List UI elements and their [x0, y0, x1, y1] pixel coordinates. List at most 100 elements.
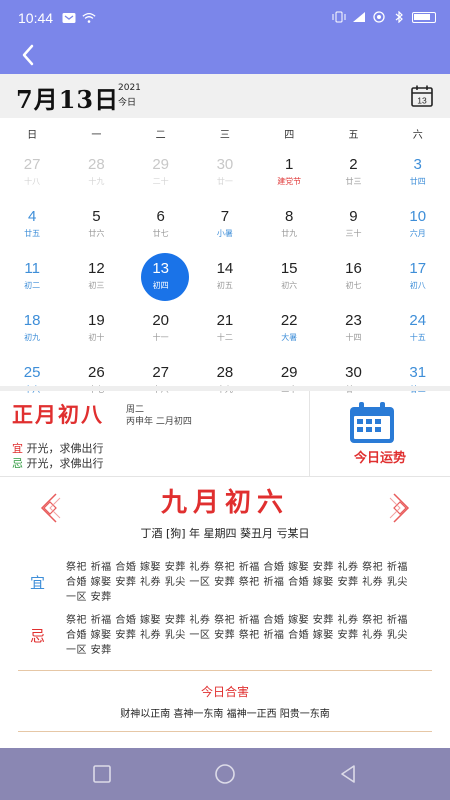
day-number: 1 [285, 156, 294, 173]
day-lunar-label: 初三 [88, 281, 105, 290]
day-number: 10 [409, 208, 427, 225]
yi-block-label: 宜 [30, 574, 46, 592]
day-number: 18 [23, 312, 41, 329]
calendar-day[interactable]: 16 初七 [321, 252, 385, 304]
day-number: 15 [280, 260, 298, 277]
calendar-day[interactable]: 20 十一 [129, 304, 193, 356]
date-header: 7月13日 2021 今日 13 [0, 74, 450, 118]
day-number: 31 [409, 364, 427, 381]
day-number: 19 [88, 312, 105, 329]
calendar-day[interactable]: 19 初十 [64, 304, 128, 356]
current-date: 7月13日 [16, 85, 120, 114]
calendar-day[interactable]: 12 初三 [64, 252, 128, 304]
weekday-label: 二 [155, 130, 166, 141]
ji-label: 忌 [12, 457, 23, 470]
weekday-label: 五 [348, 130, 359, 141]
calendar-today-icon[interactable]: 13 [410, 84, 434, 108]
calendar-day[interactable]: 15 初六 [257, 252, 321, 304]
back-triangle-icon[interactable] [336, 762, 360, 786]
wifi-icon [82, 12, 96, 23]
day-lunar-label: 十四 [345, 333, 362, 342]
day-lunar-label: 廿九 [281, 229, 298, 238]
day-lunar-label: 十八 [24, 177, 41, 186]
ji-block-label: 忌 [30, 627, 46, 645]
day-lunar-label: 二十 [152, 177, 169, 186]
back-arrow-icon[interactable] [16, 42, 42, 68]
day-number: 22 [280, 312, 298, 329]
system-navigation-bar [0, 748, 450, 800]
calendar-day[interactable]: 30 廿一 [193, 148, 257, 200]
day-number: 23 [345, 312, 362, 329]
day-number: 30 [345, 364, 362, 381]
calendar-day[interactable]: 2 廿三 [321, 148, 385, 200]
calendar-day[interactable]: 21 十二 [193, 304, 257, 356]
day-lunar-label: 廿六 [88, 229, 105, 238]
calendar-day[interactable]: 17 初八 [386, 252, 450, 304]
calendar-day[interactable]: 28 十九 [64, 148, 128, 200]
status-bar: 10:44 [0, 0, 450, 36]
day-number: 3 [413, 156, 422, 173]
day-lunar-label: 三十 [345, 229, 362, 238]
day-info-panel: 正月初八 周二 丙申年 二月初四 宜 开光，求佛出行 忌 开光，求佛出行 今日运… [0, 391, 450, 476]
calendar-day[interactable]: 10 六月 [386, 200, 450, 252]
calendar-day[interactable]: 29 二十 [129, 148, 193, 200]
day-lunar-label: 廿五 [24, 229, 41, 238]
day-lunar-label: 大暑 [281, 333, 298, 342]
calendar-day[interactable]: 23 十四 [321, 304, 385, 356]
calendar-day[interactable]: 7 小暑 [193, 200, 257, 252]
yi-label: 宜 [12, 442, 23, 455]
day-number: 7 [220, 208, 230, 225]
calendar-day[interactable]: 9 三十 [321, 200, 385, 252]
calendar-day[interactable]: 18 初九 [0, 304, 64, 356]
harm-text: 财神以正南 喜神一东南 福神一正西 阳贵一东南 [120, 709, 330, 720]
fortune-calendar-icon[interactable] [346, 401, 398, 445]
calendar-day[interactable]: 4 廿五 [0, 200, 64, 252]
calendar-day[interactable]: 1 建党节 [257, 148, 321, 200]
day-number: 9 [349, 208, 358, 225]
weekday-label: 日 [27, 130, 38, 141]
day-number: 4 [27, 208, 37, 225]
day-lunar-label: 初二 [24, 281, 41, 290]
calendar-day[interactable]: 11 初二 [0, 252, 64, 304]
calendar-day[interactable]: 27 十八 [0, 148, 64, 200]
day-lunar-label: 建党节 [277, 177, 302, 186]
day-lunar-label: 初六 [281, 281, 298, 290]
fortune-button[interactable]: 今日运势 [310, 447, 450, 466]
yi-block-text: 祭祀 祈福 合婚 嫁娶 安葬 礼券 祭祀 祈福 合婚 嫁娶 安葬 礼券 祭祀 祈… [66, 562, 408, 603]
day-number: 8 [285, 208, 294, 225]
calendar-day[interactable]: 5 廿六 [64, 200, 128, 252]
ji-summary: 忌 开光，求佛出行 [12, 455, 104, 471]
day-number: 5 [92, 208, 101, 225]
day-lunar-label: 廿七 [152, 229, 169, 238]
next-day-arrow-icon[interactable] [388, 492, 414, 524]
day-lunar-label: 初十 [88, 333, 105, 342]
yi-summary: 宜 开光，求佛出行 [12, 440, 104, 456]
message-icon [62, 13, 76, 23]
calendar-day[interactable]: 3 廿四 [386, 148, 450, 200]
home-icon[interactable] [213, 762, 237, 786]
calendar-day[interactable]: 14 初五 [193, 252, 257, 304]
day-lunar-label: 初五 [216, 281, 233, 290]
weekday-label: 六 [412, 130, 423, 141]
vibrate-icon [332, 11, 346, 23]
calendar-grid: 27 十八 28 十九 29 二十 30 廿一 1 建党节 2 廿三 3 廿四 4 廿五 5 廿六 6 廿七 7 小暑 8 廿… [0, 148, 450, 408]
recent-apps-icon[interactable] [90, 762, 114, 786]
calendar-week-row: 11 初二 12 初三 13 初四 14 初五 15 初六 16 初七 17 初八 [0, 252, 450, 304]
weekday-label: 四 [284, 130, 295, 141]
weekday-label: 一 [91, 130, 102, 141]
day-lunar-label: 十九 [88, 177, 105, 186]
calendar-day[interactable]: 6 廿七 [129, 200, 193, 252]
day-number: 14 [216, 260, 234, 277]
day-lunar-label: 廿三 [345, 177, 362, 186]
calendar-icon-day: 13 [417, 96, 427, 106]
day-number: 30 [216, 156, 234, 173]
divider [0, 476, 450, 477]
battery-icon [412, 11, 436, 23]
calendar-day[interactable]: 24 十五 [386, 304, 450, 356]
detail-lunar-title: 九月初六 [160, 488, 289, 518]
today-label: 今日 [118, 98, 137, 108]
calendar-day-selected[interactable]: 13 初四 [129, 252, 193, 304]
calendar-day[interactable]: 22 大暑 [257, 304, 321, 356]
calendar-day[interactable]: 8 廿九 [257, 200, 321, 252]
day-lunar-label: 十一 [152, 333, 169, 342]
